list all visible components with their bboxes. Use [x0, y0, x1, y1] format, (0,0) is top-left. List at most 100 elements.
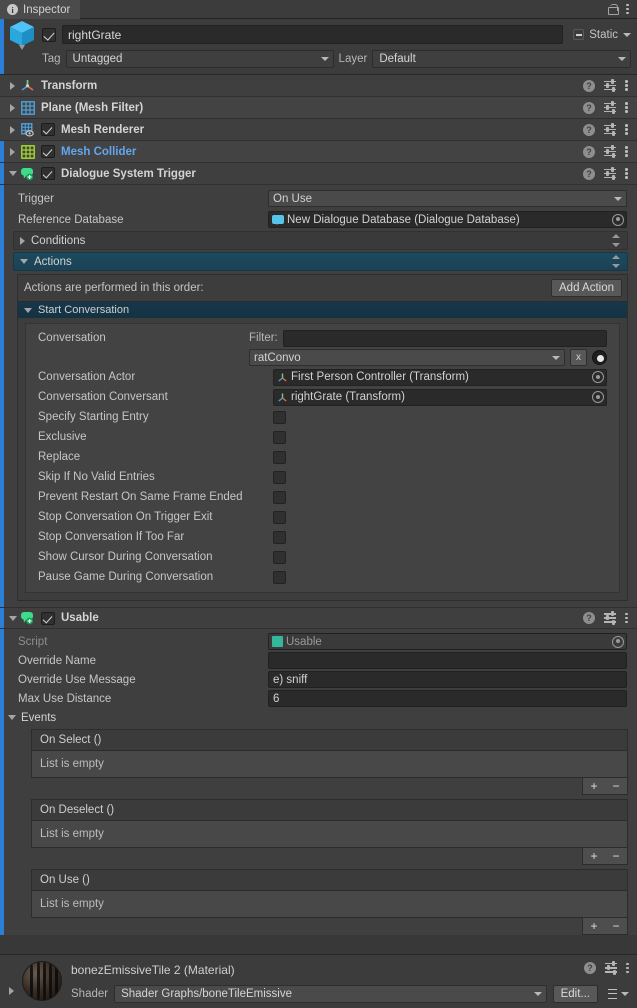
event-header[interactable]: On Use () — [31, 869, 628, 891]
option-checkbox[interactable] — [273, 450, 286, 464]
help-icon[interactable]: ? — [584, 961, 596, 974]
option-checkbox[interactable] — [273, 470, 286, 484]
conditions-foldout[interactable]: Conditions — [13, 231, 628, 250]
component-enabled-checkbox[interactable] — [41, 123, 55, 136]
kebab-menu-icon[interactable] — [625, 79, 628, 93]
max-use-distance-input[interactable]: 6 — [268, 690, 627, 707]
preset-settings-icon[interactable] — [604, 100, 616, 115]
event-header[interactable]: On Deselect () — [31, 799, 628, 821]
reference-database-object-field[interactable]: New Dialogue Database (Dialogue Database… — [268, 211, 627, 228]
foldout-arrow-icon[interactable] — [6, 615, 19, 621]
conversation-filter-input[interactable] — [282, 329, 607, 347]
object-picker-icon[interactable] — [592, 371, 604, 383]
override-use-message-input[interactable]: e) sniff — [268, 671, 627, 688]
kebab-menu-icon[interactable] — [625, 123, 628, 137]
preset-settings-icon[interactable] — [604, 611, 616, 625]
static-dropdown-caret-icon[interactable] — [623, 32, 631, 37]
start-conversation-foldout[interactable]: Start Conversation — [18, 301, 627, 318]
foldout-arrow-icon[interactable] — [6, 103, 19, 112]
gameobject-name-input[interactable]: rightGrate — [62, 25, 564, 44]
kebab-menu-icon[interactable] — [625, 611, 628, 625]
help-icon[interactable]: ? — [583, 79, 595, 92]
kebab-menu-icon[interactable] — [625, 101, 628, 115]
option-checkbox[interactable] — [273, 570, 286, 584]
lock-open-icon[interactable] — [608, 3, 619, 15]
event-block-on-deselect: On Deselect () List is empty + − — [31, 799, 628, 865]
component-enabled-checkbox[interactable] — [41, 611, 55, 625]
kebab-menu-icon[interactable] — [626, 961, 629, 975]
object-picker-icon[interactable] — [612, 213, 624, 226]
actions-foldout[interactable]: Actions — [13, 252, 628, 271]
option-checkbox[interactable] — [273, 410, 286, 424]
preset-settings-icon[interactable] — [605, 961, 617, 975]
tab-inspector[interactable]: i Inspector — [0, 0, 81, 19]
foldout-arrow-icon[interactable] — [6, 147, 19, 156]
conversation-conversant-object-field[interactable]: rightGrate (Transform) — [273, 388, 607, 406]
object-picker-icon[interactable] — [592, 391, 604, 403]
event-header[interactable]: On Select () — [31, 729, 628, 751]
chevron-down-icon — [533, 992, 542, 996]
transform-axis-icon — [277, 372, 288, 383]
remove-event-button[interactable]: − — [605, 848, 627, 864]
add-event-button[interactable]: + — [583, 848, 605, 864]
component-row-dialogue-system-trigger[interactable]: Dialogue System Trigger ? — [0, 163, 637, 185]
option-checkbox[interactable] — [273, 430, 286, 444]
option-checkbox[interactable] — [273, 510, 286, 524]
option-checkbox[interactable] — [273, 530, 286, 544]
preset-settings-icon[interactable] — [604, 166, 616, 181]
dialogue-database-icon — [272, 215, 284, 225]
static-checkbox[interactable] — [573, 29, 585, 40]
selection-accent-bar — [0, 185, 4, 607]
help-icon[interactable]: ? — [583, 167, 595, 180]
conversation-dropdown[interactable]: ratConvo — [249, 349, 565, 366]
material-sphere-preview — [22, 961, 62, 1001]
help-icon[interactable]: ? — [583, 123, 595, 136]
kebab-menu-icon[interactable] — [625, 145, 628, 159]
reorder-arrows-icon[interactable] — [612, 234, 621, 247]
shader-label: Shader — [71, 988, 109, 1000]
add-action-button[interactable]: Add Action — [551, 279, 622, 297]
shader-variants-icon[interactable] — [604, 988, 617, 1000]
tag-dropdown[interactable]: Untagged — [65, 50, 334, 68]
component-row-usable[interactable]: Usable ? — [0, 607, 637, 629]
conversation-picker-icon[interactable] — [592, 350, 607, 365]
foldout-arrow-icon[interactable] — [6, 125, 19, 134]
help-icon[interactable]: ? — [583, 145, 595, 158]
clear-conversation-button[interactable]: x — [570, 349, 587, 366]
reorder-arrows-icon[interactable] — [612, 255, 621, 268]
option-checkbox[interactable] — [273, 490, 286, 504]
conversation-actor-object-field[interactable]: First Person Controller (Transform) — [273, 368, 607, 386]
kebab-menu-icon[interactable] — [626, 2, 629, 16]
chevron-down-icon[interactable] — [621, 992, 629, 996]
trigger-row: Trigger On Use — [0, 189, 637, 208]
remove-event-button[interactable]: − — [605, 918, 627, 934]
edit-shader-button[interactable]: Edit... — [552, 985, 598, 1003]
preset-settings-icon[interactable] — [604, 144, 616, 159]
preset-settings-icon[interactable] — [604, 78, 616, 93]
preset-settings-icon[interactable] — [604, 122, 616, 137]
layer-dropdown[interactable]: Default — [372, 50, 631, 68]
option-checkbox[interactable] — [273, 550, 286, 564]
help-icon[interactable]: ? — [583, 101, 595, 114]
gameobject-enabled-checkbox[interactable] — [42, 27, 56, 42]
script-icon — [272, 636, 283, 647]
events-foldout[interactable]: Events — [0, 708, 637, 727]
component-row-transform[interactable]: Transform ? — [0, 75, 637, 97]
component-enabled-checkbox[interactable] — [41, 145, 55, 158]
help-icon[interactable]: ? — [583, 612, 595, 624]
component-row-mesh-renderer[interactable]: Mesh Renderer ? — [0, 119, 637, 141]
component-row-mesh-filter[interactable]: Plane (Mesh Filter) ? — [0, 97, 637, 119]
foldout-arrow-icon[interactable] — [6, 81, 19, 90]
remove-event-button[interactable]: − — [605, 778, 627, 794]
component-row-mesh-collider[interactable]: Mesh Collider ? — [0, 141, 637, 163]
kebab-menu-icon[interactable] — [625, 167, 628, 181]
material-foldout-arrow-icon[interactable] — [0, 961, 22, 995]
foldout-arrow-icon[interactable] — [6, 171, 19, 176]
trigger-dropdown[interactable]: On Use — [268, 190, 627, 207]
add-event-button[interactable]: + — [583, 778, 605, 794]
shader-dropdown[interactable]: Shader Graphs/boneTileEmissive — [114, 985, 547, 1003]
component-enabled-checkbox[interactable] — [41, 167, 55, 180]
add-event-button[interactable]: + — [583, 918, 605, 934]
selection-accent-bar — [0, 19, 4, 74]
override-name-input[interactable] — [268, 652, 627, 669]
